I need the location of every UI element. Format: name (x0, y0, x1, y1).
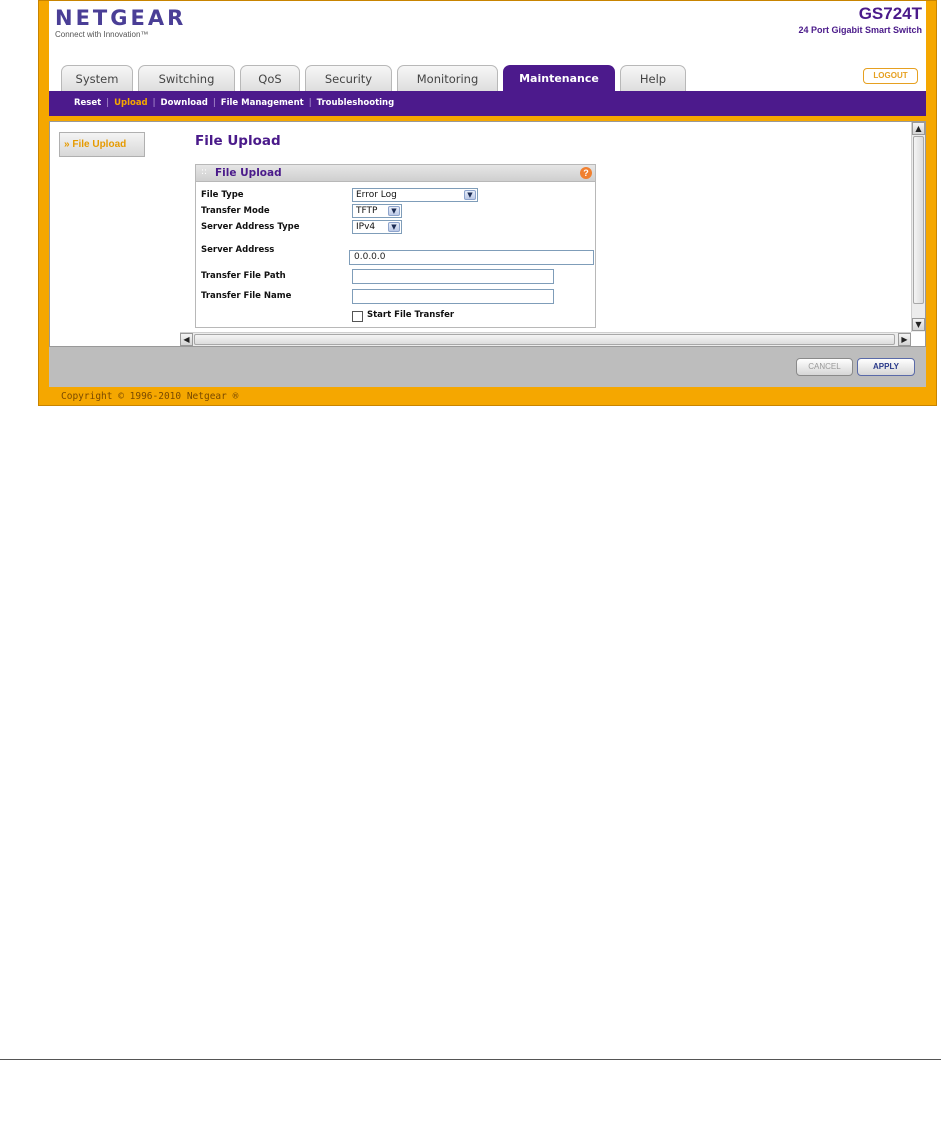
horizontal-scrollbar[interactable]: ◀ ▶ (180, 332, 911, 346)
divider (0, 1059, 941, 1060)
model-name: GS724T (858, 4, 922, 23)
sub-navigation: Reset | Upload | Download | File Management | Tr… (49, 91, 926, 116)
file-type-label: File Type (201, 190, 244, 200)
subnav-reset[interactable]: Reset (74, 98, 101, 108)
file-upload-panel: :: File Upload ? File Type Error Log ▼ T… (195, 164, 596, 328)
subnav-separator: | (152, 98, 156, 108)
tab-system[interactable]: System (61, 65, 133, 91)
tab-qos[interactable]: QoS (240, 65, 300, 91)
tab-help[interactable]: Help (620, 65, 686, 91)
horizontal-scroll-thumb[interactable] (194, 334, 895, 345)
expand-icon: » (64, 139, 70, 150)
chevron-down-icon: ▼ (388, 206, 400, 216)
server-address-input[interactable]: 0.0.0.0 (349, 250, 594, 265)
app-frame: NETGEAR Connect with Innovation™ GS724T … (38, 0, 937, 406)
help-icon[interactable]: ? (580, 167, 592, 179)
tab-switching[interactable]: Switching (138, 65, 235, 91)
subnav-troubleshooting[interactable]: Troubleshooting (317, 98, 395, 108)
transfer-file-path-label: Transfer File Path (201, 271, 286, 281)
transfer-mode-label: Transfer Mode (201, 206, 270, 216)
header: NETGEAR Connect with Innovation™ GS724T … (49, 1, 926, 91)
page-title: File Upload (195, 133, 281, 149)
transfer-mode-value: TFTP (356, 206, 378, 216)
transfer-mode-select[interactable]: TFTP ▼ (352, 204, 402, 218)
subnav-file-management[interactable]: File Management (221, 98, 304, 108)
scroll-up-icon[interactable]: ▲ (912, 122, 925, 135)
netgear-logo: NETGEAR (55, 6, 187, 30)
server-address-type-value: IPv4 (356, 222, 376, 232)
logout-button[interactable]: LOGOUT (863, 68, 918, 84)
tab-monitoring[interactable]: Monitoring (397, 65, 498, 91)
content-area: » File Upload File Upload :: File Upload… (49, 121, 926, 347)
sidebar-item-file-upload[interactable]: » File Upload (59, 132, 145, 157)
vertical-scrollbar[interactable]: ▲ ▼ (911, 122, 925, 332)
subnav-download[interactable]: Download (161, 98, 208, 108)
transfer-file-name-input[interactable] (352, 289, 554, 304)
panel-header: :: File Upload ? (196, 165, 595, 182)
scroll-left-icon[interactable]: ◀ (180, 333, 193, 346)
subnav-separator: | (106, 98, 110, 108)
sidebar-item-label: File Upload (72, 139, 127, 150)
main-tabs: System Switching QoS Security Monitoring… (61, 65, 691, 91)
start-file-transfer-label: Start File Transfer (367, 310, 455, 320)
scroll-down-icon[interactable]: ▼ (912, 318, 925, 331)
scroll-right-icon[interactable]: ▶ (898, 333, 911, 346)
subnav-upload[interactable]: Upload (114, 98, 148, 108)
server-address-type-select[interactable]: IPv4 ▼ (352, 220, 402, 234)
transfer-file-path-input[interactable] (352, 269, 554, 284)
server-address-type-label: Server Address Type (201, 222, 300, 232)
server-address-label: Server Address (201, 245, 275, 255)
file-type-value: Error Log (356, 190, 397, 200)
panel-title: File Upload (215, 167, 282, 179)
tab-security[interactable]: Security (305, 65, 392, 91)
logo-tagline: Connect with Innovation™ (55, 30, 149, 39)
model-subtitle: 24 Port Gigabit Smart Switch (798, 25, 922, 35)
vertical-scroll-thumb[interactable] (913, 136, 924, 304)
transfer-file-name-label: Transfer File Name (201, 291, 292, 301)
chevron-down-icon: ▼ (464, 190, 476, 200)
grip-icon: :: (201, 167, 208, 177)
cancel-button[interactable]: CANCEL (796, 358, 853, 376)
chevron-down-icon: ▼ (388, 222, 400, 232)
file-type-select[interactable]: Error Log ▼ (352, 188, 478, 202)
subnav-separator: | (308, 98, 312, 108)
start-file-transfer-checkbox[interactable] (352, 311, 363, 322)
action-bar: CANCEL APPLY (49, 347, 926, 387)
subnav-separator: | (212, 98, 216, 108)
apply-button[interactable]: APPLY (857, 358, 915, 376)
tab-maintenance[interactable]: Maintenance (503, 65, 615, 91)
copyright: Copyright © 1996-2010 Netgear ® (61, 391, 239, 402)
